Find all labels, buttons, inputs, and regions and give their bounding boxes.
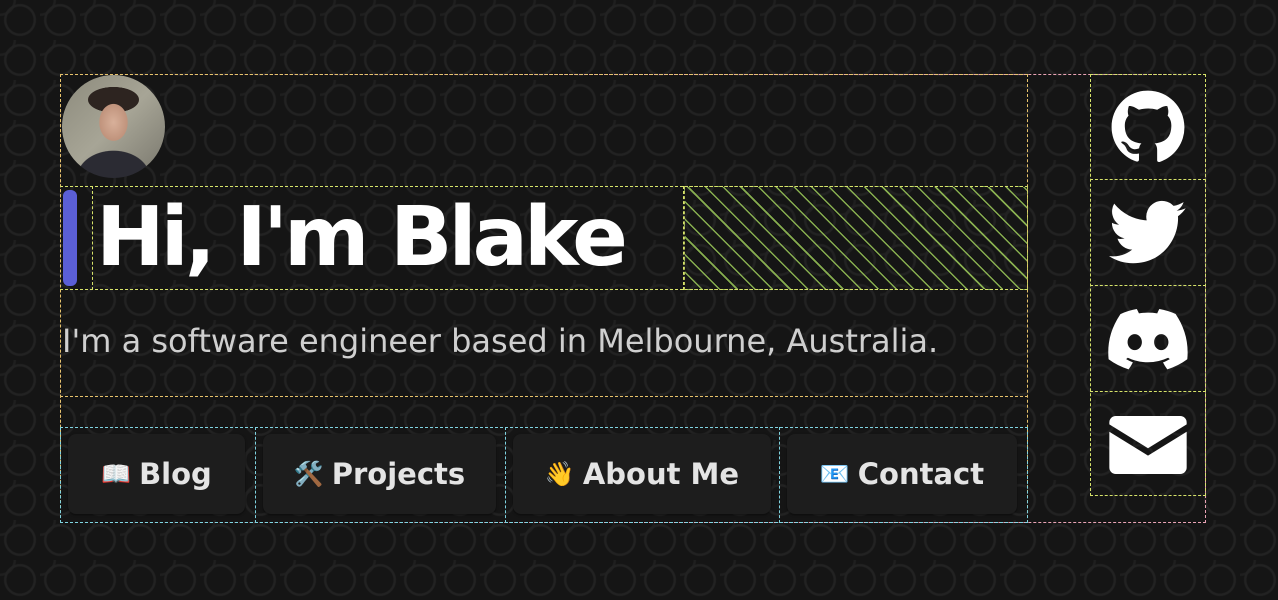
nav-divider <box>255 427 256 523</box>
mail-icon <box>1109 416 1187 474</box>
accent-bar <box>63 190 77 286</box>
nav-about-label: About Me <box>582 457 740 491</box>
nav-contact-button[interactable]: 📧 Contact <box>787 434 1017 514</box>
waving-hand-icon: 👋 <box>544 460 575 488</box>
nav-projects-button[interactable]: 🛠️ Projects <box>263 434 496 514</box>
nav-about-button[interactable]: 👋 About Me <box>513 434 771 514</box>
tools-icon: 🛠️ <box>293 460 324 488</box>
github-link[interactable] <box>1090 74 1206 180</box>
twitter-icon <box>1109 200 1186 263</box>
book-icon: 📖 <box>101 460 132 488</box>
decorative-hatch <box>684 186 1028 290</box>
nav-divider <box>779 427 780 523</box>
twitter-link[interactable] <box>1090 180 1206 286</box>
nav-projects-label: Projects <box>331 457 466 491</box>
nav-blog-button[interactable]: 📖 Blog <box>68 434 245 514</box>
github-icon <box>1111 90 1185 162</box>
nav-contact-label: Contact <box>857 457 985 491</box>
discord-link[interactable] <box>1090 286 1206 392</box>
nav-blog-label: Blog <box>139 457 212 491</box>
page-title: Hi, I'm Blake <box>96 190 628 285</box>
email-link[interactable] <box>1090 392 1206 498</box>
envelope-icon: 📧 <box>819 460 850 488</box>
nav-divider <box>505 427 506 523</box>
avatar <box>62 75 165 178</box>
subtitle: I'm a software engineer based in Melbour… <box>62 322 939 360</box>
discord-icon <box>1108 308 1188 369</box>
